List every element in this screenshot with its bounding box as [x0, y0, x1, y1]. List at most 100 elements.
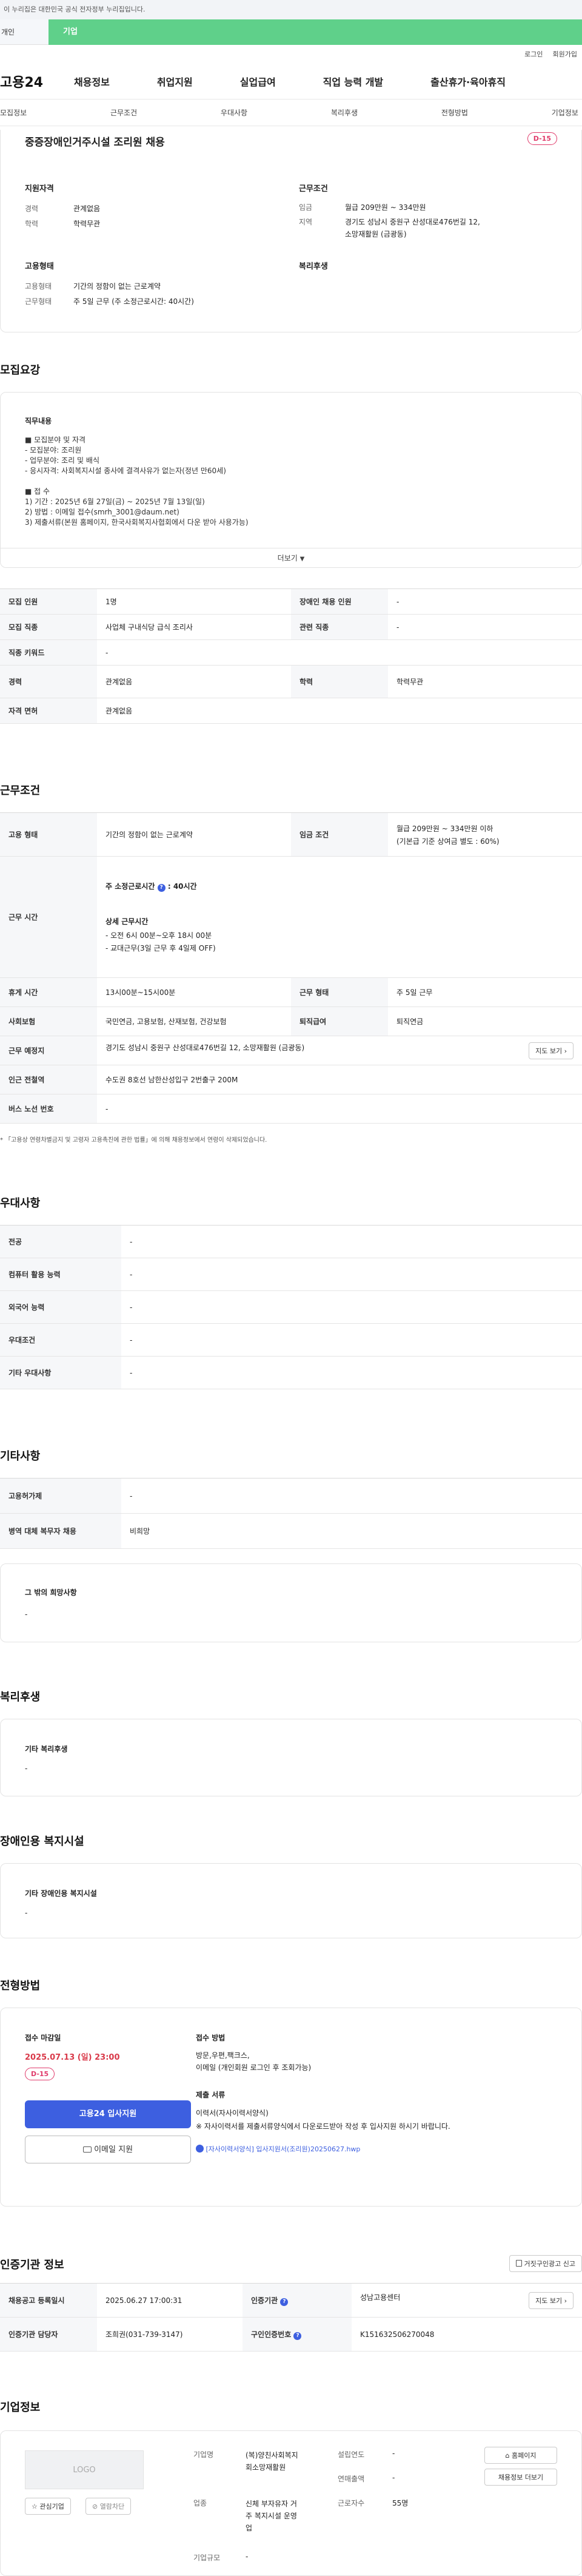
dday-badge: D-15 [527, 132, 557, 145]
anchor-prefer[interactable]: 우대사항 [221, 107, 247, 118]
qual-list: 경력 관계없음 학력 학력무관 [25, 201, 100, 232]
docs-line: ※ 자사이력서를 제출서류양식에서 다운로드받아 작성 후 입사지원 하시기 바… [196, 2122, 450, 2131]
welfare-box-value: - [25, 1764, 28, 1773]
content-line [25, 476, 249, 487]
content-line: ■ 모집분야 및 자격 [25, 436, 86, 444]
content-line: - 업무분야: 조리 및 배식 [25, 456, 99, 465]
table-row: 근무 시간 주 소정근로시간 ? : 40시간 상세 근무시간 - 오전 6시 … [0, 856, 582, 978]
employees-value: 55명 [392, 2499, 409, 2507]
prefer-table: 전공 - 컴퓨터 활용 능력 - 외국어 능력 - 우대조건 - 기타 우대사항 - [0, 1225, 582, 1389]
cell-value: 비희망 [121, 1513, 582, 1549]
etc-wish-box: 그 밖의 희망사항 - [0, 1563, 582, 1642]
cell-label: 인증기관 담당자 [0, 2317, 97, 2352]
wish-heading: 그 밖의 희망사항 [25, 1588, 77, 1597]
company-name-lines: (복)양친사회복지 회소망재활원 [246, 2449, 298, 2473]
cell-label: 근무 예정지 [0, 1036, 97, 1065]
info-icon[interactable]: ? [157, 884, 166, 892]
emp-value: 기간의 정함이 없는 근로계약 [73, 282, 161, 291]
cell-label: 인근 전철역 [0, 1065, 97, 1094]
anchor-company[interactable]: 기업정보 [552, 107, 578, 118]
attachment-link[interactable]: [자사이력서양식] 입사지원서(조리원)20250627.hwp [196, 2144, 360, 2154]
content-line: - 응시자격: 사회복지시설 종사에 결격사유가 없는자(정년 만60세) [25, 467, 226, 475]
cell-value: 관계없음 [97, 698, 582, 724]
qual-value: 학력무관 [73, 220, 101, 228]
block-view-button[interactable]: ⊘ 열람차단 [85, 2498, 132, 2515]
table-row: 모집 직종 사업체 구내식당 급식 조리사 관련 직종 - [0, 614, 582, 640]
cell-value: 주 소정근로시간 ? : 40시간 상세 근무시간 - 오전 6시 00분~오후… [97, 856, 582, 978]
tab-personal[interactable]: 개인 [0, 19, 48, 45]
more-jobs-button[interactable]: 채용정보 더보기 [484, 2469, 557, 2486]
info-icon[interactable]: ? [293, 2332, 302, 2340]
content-line: - 모집분야: 조리원 [25, 446, 82, 454]
screening-card: 접수 마감일 2025.07.13 (일) 23:00 D-15 고용24 입사… [0, 2008, 582, 2207]
gnb-item-leave[interactable]: 출산휴가·육아휴직 [430, 74, 506, 89]
cell-value: 기간의 정함이 없는 근로계약 [97, 812, 291, 857]
content-body: ■ 모집분야 및 자격 - 모집분야: 조리원 - 업무분야: 조리 및 배식 … [25, 435, 249, 528]
cell-value: 13시00분~15시00분 [97, 977, 291, 1007]
block-label: 열람차단 [99, 2503, 125, 2510]
cert-section-title: 인증기관 정보 [0, 2259, 64, 2271]
table-row: 고용허가제 - [0, 1478, 582, 1514]
top-tabs: 개인 기업 [0, 19, 582, 45]
table-row: 모집 인원 1명 장애인 채용 인원 - [0, 588, 582, 615]
company-logo-placeholder: LOGO [25, 2450, 144, 2489]
cell-value: 2025.06.27 17:00:31 [97, 2283, 242, 2318]
prefer-section-title: 우대사항 [0, 1197, 41, 1210]
home-icon: ⌂ [505, 2452, 510, 2460]
gnb-item-training[interactable]: 직업 능력 개발 [323, 74, 383, 89]
gnb-item-jobs[interactable]: 채용정보 [74, 74, 110, 89]
cell-label: 자격 면허 [0, 698, 97, 724]
cell-label: 채용공고 등록일시 [0, 2283, 97, 2318]
cell-label: 인증기관 ? [242, 2283, 352, 2318]
cell-value: - [121, 1356, 582, 1389]
gnb-item-benefit[interactable]: 실업급여 [240, 74, 276, 89]
table-row: 근무 예정지 경기도 성남시 중원구 산성대로476번길 12, 소망재활원 (… [0, 1036, 582, 1065]
site-logo[interactable]: 고용24 [0, 72, 74, 91]
cell-value: K151632506270048 [352, 2317, 582, 2352]
more-button[interactable]: 더보기 ▼ [1, 548, 581, 567]
interest-company-button[interactable]: ☆ 관심기업 [25, 2498, 71, 2515]
etc-section-title: 기타사항 [0, 1450, 41, 1463]
employees-label: 근로자수 [338, 2499, 365, 2507]
cell-label: 장애인 채용 인원 [291, 588, 388, 615]
method-line: 이메일 (개인회원 로그인 후 조회가능) [196, 2063, 312, 2072]
deadline-dday-badge: D-15 [25, 2068, 55, 2080]
disabled-box: 기타 장애인용 복지시설 - [0, 1863, 582, 1938]
place-value: 경기도 성남시 중원구 산성대로476번길 12, 소망재활원 (금광동) [105, 1043, 305, 1052]
cell-label: 근무 형태 [291, 977, 388, 1007]
anchor-recruit[interactable]: 모집정보 [0, 107, 27, 118]
report-ad-button[interactable]: 거짓구인광고 신고 [509, 2255, 582, 2272]
login-link[interactable]: 로그인 [524, 49, 543, 59]
cert-org-label: 인증기관 [251, 2296, 278, 2305]
method-line: 방문,우편,팩크스, [196, 2051, 250, 2060]
cell-label: 경력 [0, 665, 97, 698]
cell-label: 모집 인원 [0, 588, 97, 615]
tab-company[interactable]: 기업 [48, 19, 582, 45]
homepage-button[interactable]: ⌂ 홈페이지 [484, 2447, 557, 2464]
anchor-welfare[interactable]: 복리후생 [331, 107, 358, 118]
cell-value: 성남고용센터 지도 보기 › [352, 2283, 582, 2318]
gnb-item-support[interactable]: 취업지원 [157, 74, 193, 89]
map-button[interactable]: 지도 보기 › [529, 1042, 574, 1059]
qual-heading: 지원자격 [25, 184, 54, 194]
company-name-line: 회소망재활원 [246, 2463, 286, 2472]
anchor-screening[interactable]: 전형방법 [441, 107, 468, 118]
qual-label: 경력 [25, 204, 39, 213]
info-icon[interactable]: ? [280, 2298, 289, 2306]
email-apply-button[interactable]: 이메일 지원 [25, 2136, 191, 2163]
cell-label: 근무 시간 [0, 856, 97, 978]
method-lines: 방문,우편,팩크스, 이메일 (개인회원 로그인 후 조회가능) [196, 2049, 311, 2074]
company-name-label: 기업명 [193, 2450, 214, 2459]
wage-line: 월급 209만원 ~ 334만원 이하 [396, 824, 493, 833]
cert-map-button[interactable]: 지도 보기 › [529, 2291, 574, 2309]
etc-table: 고용허가제 - 병역 대체 복무자 채용 비희망 [0, 1478, 582, 1549]
chevron-down-icon: ▼ [299, 556, 305, 562]
cell-value: 월급 209만원 ~ 334만원 이하 (기본급 기준 상여금 별도 : 60%… [388, 812, 582, 857]
screening-section-title: 전형방법 [0, 1980, 41, 1992]
docs-heading: 제출 서류 [196, 2091, 226, 2099]
anchor-work[interactable]: 근무조건 [110, 107, 137, 118]
join-link[interactable]: 회원가입 [553, 49, 577, 59]
apply-button[interactable]: 고용24 입사지원 [25, 2100, 191, 2128]
cell-label: 고용허가제 [0, 1478, 121, 1514]
attachment-icon [196, 2145, 204, 2153]
